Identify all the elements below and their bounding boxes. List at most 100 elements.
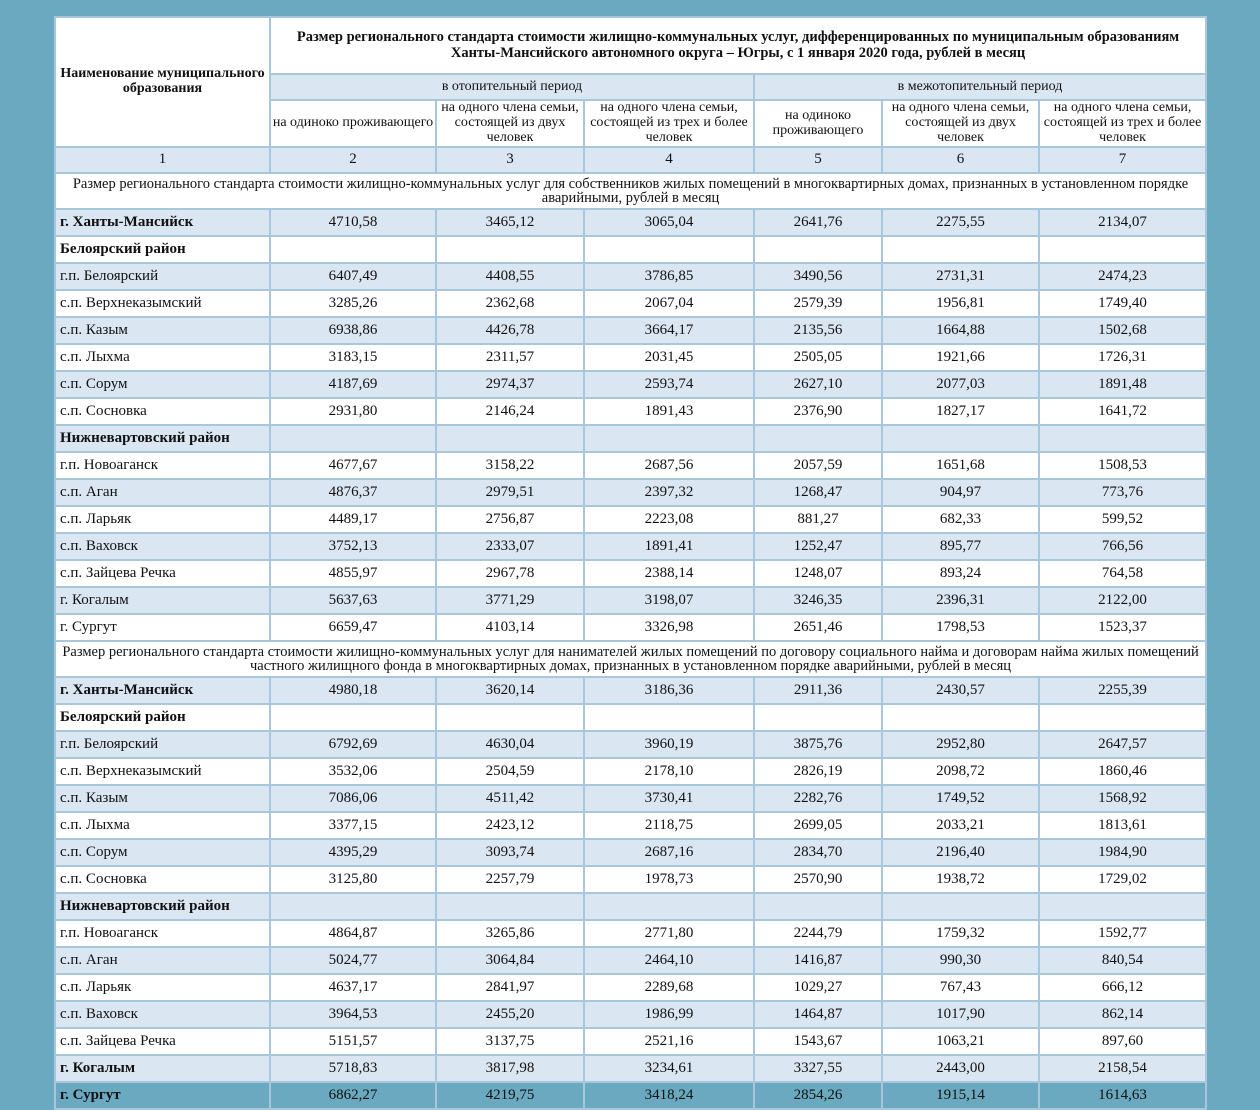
- value-cell: 6407,49: [269, 262, 437, 291]
- value-cell: 1891,43: [583, 397, 755, 426]
- value-cell: 2118,75: [583, 811, 755, 840]
- value-cell: 3620,14: [435, 676, 585, 705]
- value-cell: 2651,46: [753, 613, 883, 642]
- value-cell: 1956,81: [881, 289, 1040, 318]
- value-cell: 773,76: [1037, 478, 1208, 507]
- value-cell: 4637,17: [269, 973, 437, 1002]
- value-cell: 2311,57: [435, 343, 585, 372]
- value-cell: 1986,99: [583, 1000, 755, 1029]
- municipality-name: с.п. Лыхма: [54, 343, 271, 372]
- value-cell: 2570,90: [753, 865, 883, 894]
- column-index: 1: [54, 146, 271, 174]
- table-row: г.п. Белоярский 6407,49 4408,55 3786,85 3490…: [54, 262, 1208, 291]
- value-cell: 1464,87: [753, 1000, 883, 1029]
- value-cell: 4677,67: [269, 451, 437, 480]
- value-cell: 766,56: [1037, 532, 1208, 561]
- table-row: с.п. Аган 4876,37 2979,51 2397,32 1268,47 904…: [54, 478, 1208, 507]
- value-cell: 3265,86: [435, 919, 585, 948]
- value-cell: 3771,29: [435, 586, 585, 615]
- value-cell: 1063,21: [881, 1027, 1040, 1056]
- value-cell: 904,97: [881, 478, 1040, 507]
- value-cell: 4855,97: [269, 559, 437, 588]
- value-cell: 3532,06: [269, 757, 437, 786]
- value-cell: 1268,47: [753, 478, 883, 507]
- value-cell: 2974,37: [435, 370, 585, 399]
- value-cell: [1037, 703, 1208, 732]
- value-cell: 4103,14: [435, 613, 585, 642]
- value-cell: 4630,04: [435, 730, 585, 759]
- section-tenants: Размер регионального стандарта стоимости…: [53, 640, 1208, 1110]
- column-index: 7: [1037, 146, 1208, 174]
- value-cell: 1523,37: [1037, 613, 1208, 642]
- value-cell: 2579,39: [753, 289, 883, 318]
- municipality-name: г. Сургут: [54, 613, 271, 642]
- municipality-name: Нижневартовский район: [54, 424, 271, 453]
- heating-period-header: в отопительный период: [269, 73, 755, 101]
- value-cell: 2255,39: [1037, 676, 1208, 705]
- value-cell: 2464,10: [583, 946, 755, 975]
- value-cell: 1813,61: [1037, 811, 1208, 840]
- column-header: на одиноко проживающего: [753, 99, 883, 148]
- value-cell: 1729,02: [1037, 865, 1208, 894]
- municipality-name: Нижневартовский район: [54, 892, 271, 921]
- value-cell: 2146,24: [435, 397, 585, 426]
- value-cell: 4408,55: [435, 262, 585, 291]
- value-cell: 2122,00: [1037, 586, 1208, 615]
- value-cell: 1029,27: [753, 973, 883, 1002]
- value-cell: 1592,77: [1037, 919, 1208, 948]
- municipality-name: г. Когалым: [54, 1054, 271, 1083]
- value-cell: 2443,00: [881, 1054, 1040, 1083]
- column-index: 2: [269, 146, 437, 174]
- value-cell: 2931,80: [269, 397, 437, 426]
- nonheating-period-header: в межотопительный период: [752, 73, 1208, 101]
- table-row: с.п. Зайцева Речка 4855,97 2967,78 2388,14 1…: [54, 559, 1208, 588]
- value-cell: 2098,72: [881, 757, 1040, 786]
- value-cell: 2134,07: [1037, 208, 1208, 237]
- value-cell: 1860,46: [1037, 757, 1208, 786]
- municipality-name: с.п. Ваховск: [54, 1000, 271, 1029]
- municipality-name: с.п. Лыхма: [54, 811, 271, 840]
- value-cell: 3183,15: [269, 343, 437, 372]
- municipality-name: с.п. Зайцева Речка: [54, 1027, 271, 1056]
- value-cell: 1614,63: [1037, 1081, 1208, 1110]
- value-cell: 4511,42: [435, 784, 585, 813]
- value-cell: 7086,06: [269, 784, 437, 813]
- tariff-table: Наименование муниципального образования …: [53, 16, 1208, 1110]
- value-cell: 4489,17: [269, 505, 437, 534]
- value-cell: 3960,19: [583, 730, 755, 759]
- table-row: с.п. Сосновка 2931,80 2146,24 1891,43 2376,9…: [54, 397, 1208, 426]
- value-cell: [753, 892, 883, 921]
- value-cell: 4864,87: [269, 919, 437, 948]
- value-cell: 2033,21: [881, 811, 1040, 840]
- value-cell: 897,60: [1037, 1027, 1208, 1056]
- value-cell: 682,33: [881, 505, 1040, 534]
- column-header: на одного члена семьи, состоящей из трех…: [583, 99, 755, 148]
- value-cell: [435, 235, 585, 264]
- value-cell: 2397,32: [583, 478, 755, 507]
- value-cell: 2593,74: [583, 370, 755, 399]
- value-cell: 2647,57: [1037, 730, 1208, 759]
- value-cell: [881, 892, 1040, 921]
- value-cell: 1759,32: [881, 919, 1040, 948]
- table-row: с.п. Лыхма 3183,15 2311,57 2031,45 2505,05 19…: [54, 343, 1208, 372]
- municipality-name: с.п. Ваховск: [54, 532, 271, 561]
- value-cell: [1037, 424, 1208, 453]
- value-cell: 2362,68: [435, 289, 585, 318]
- value-cell: 2756,87: [435, 505, 585, 534]
- table-row: с.п. Ваховск 3964,53 2455,20 1986,99 1464,87…: [54, 1000, 1208, 1029]
- value-cell: 881,27: [753, 505, 883, 534]
- value-cell: 2771,80: [583, 919, 755, 948]
- value-cell: 6659,47: [269, 613, 437, 642]
- value-cell: 3465,12: [435, 208, 585, 237]
- value-cell: 2979,51: [435, 478, 585, 507]
- table-row: с.п. Казым 7086,06 4511,42 3730,41 2282,76 17…: [54, 784, 1208, 813]
- value-cell: 1017,90: [881, 1000, 1040, 1029]
- value-cell: 3964,53: [269, 1000, 437, 1029]
- municipality-name: с.п. Верхнеказымский: [54, 289, 271, 318]
- value-cell: 2854,26: [753, 1081, 883, 1110]
- value-cell: 3125,80: [269, 865, 437, 894]
- section-owners: Размер регионального стандарта стоимости…: [53, 172, 1208, 642]
- value-cell: 4980,18: [269, 676, 437, 705]
- value-cell: 3817,98: [435, 1054, 585, 1083]
- value-cell: 5024,77: [269, 946, 437, 975]
